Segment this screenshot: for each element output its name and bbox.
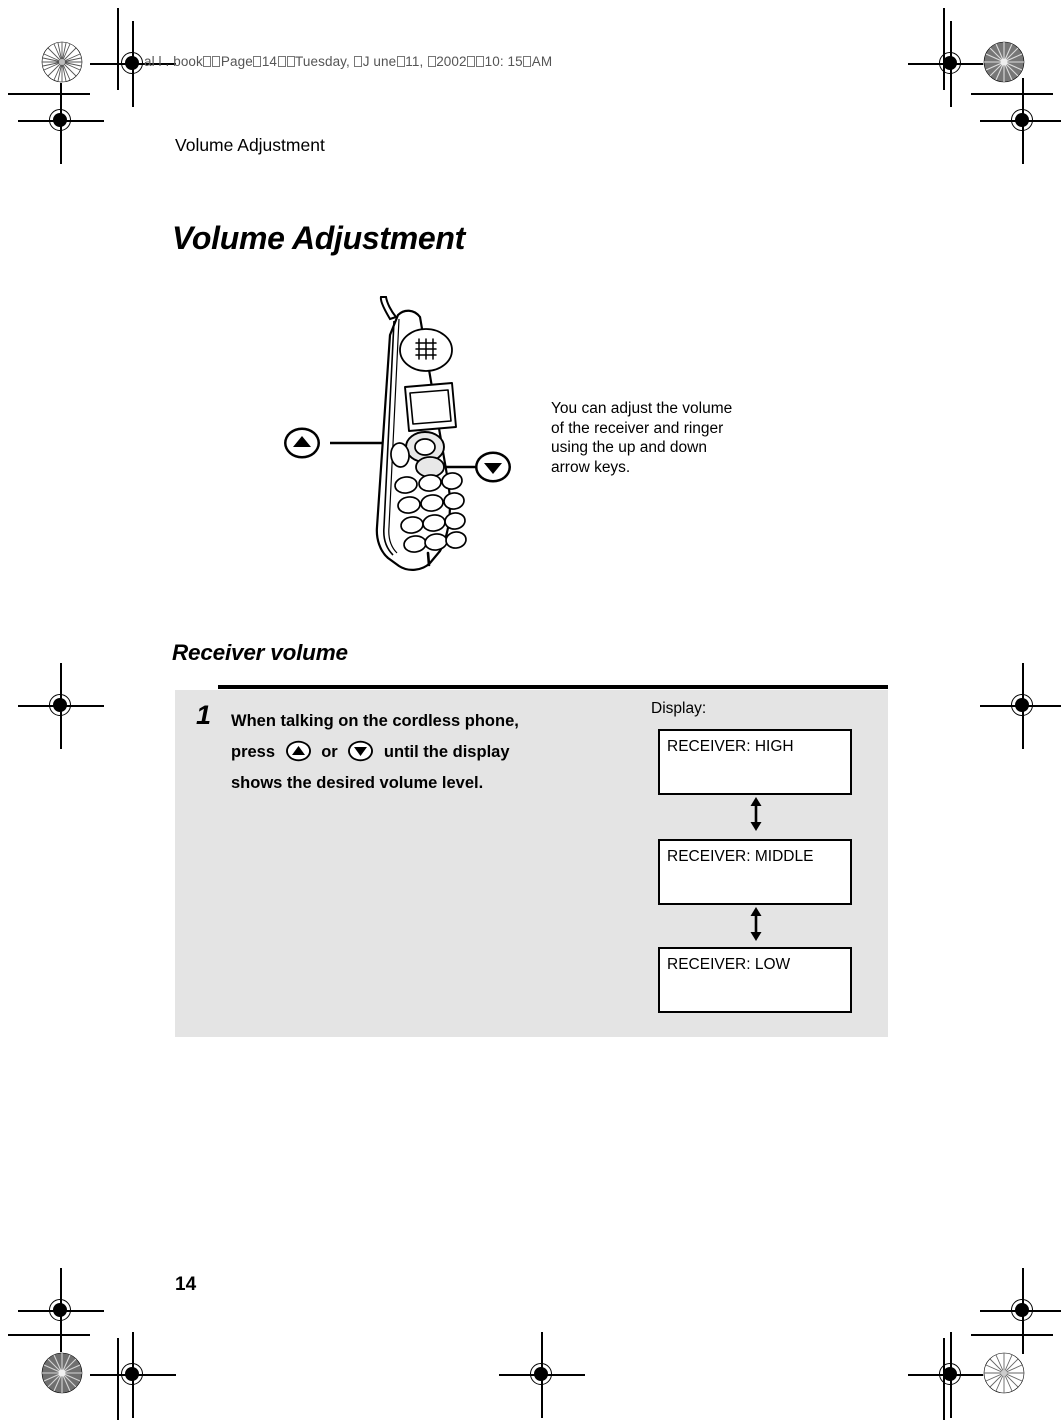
page-title: Volume Adjustment [172,220,465,256]
step-line-2: press or until the display [231,737,631,768]
display-box-low-text: RECEIVER: LOW [667,956,791,973]
step-line-3: shows the desired volume level. [231,774,484,792]
missing-glyph-box [396,56,405,67]
double-headed-vertical-arrow-icon [747,797,765,831]
file-header-month: J une [362,54,397,69]
cordless-phone-illustration [280,295,560,595]
crop-line-bottom-left-h [8,1334,90,1336]
step-line-2-mid: or [321,743,338,761]
registration-mark-lower-left-inner [18,1268,104,1354]
registration-mark-bottom-left [90,1332,176,1418]
registration-mark-upper-left-inner [18,78,104,164]
file-header-page-num: 14 [261,54,278,69]
illustration-note: You can adjust the volume of the receive… [551,400,733,476]
registration-mark-bottom-right [908,1332,994,1418]
file-header-year: 2002 [436,54,467,69]
registration-mark-upper-right-inner [980,78,1061,164]
registration-mark-bottom-center [499,1332,585,1418]
panel-top-rule [218,685,888,689]
registration-mark-middle-left [18,663,104,749]
missing-glyph-box [467,56,476,67]
color-rosette-top-left [41,41,83,83]
registration-mark-lower-right-inner [980,1268,1061,1354]
display-box-high: RECEIVER: HIGH [658,729,852,795]
color-rosette-bottom-left [41,1352,83,1394]
display-box-low: RECEIVER: LOW [658,947,852,1013]
missing-glyph-box [253,56,262,67]
page-number: 14 [175,1274,197,1295]
up-arrow-key-callout-icon [282,425,322,466]
color-rosette-top-right [983,41,1025,83]
up-arrow-key-icon [285,740,312,762]
step-line-2-post: until the display [383,743,510,761]
file-header-weekday: Tuesday, [295,54,354,69]
display-box-high-text: RECEIVER: HIGH [667,738,794,755]
crop-line-top-left-h [8,93,90,95]
missing-glyph-box [354,56,363,67]
step-line-1: When talking on the cordless phone, [231,712,519,730]
display-label: Display: [651,700,707,717]
missing-glyph-box [427,56,436,67]
missing-glyph-box [203,56,212,67]
crop-line-bottom-right-h [971,1334,1053,1336]
missing-glyph-box [523,56,532,67]
missing-glyph-box [476,56,485,67]
missing-glyph-box [212,56,221,67]
file-header-book: al l . book [144,54,203,69]
file-header-day: 11, [405,54,428,69]
registration-mark-middle-right [980,663,1061,749]
file-header-time: 10: 15 [484,54,523,69]
color-rosette-bottom-right [983,1352,1025,1394]
running-header-title: Volume Adjustment [175,135,325,155]
display-box-middle-text: RECEIVER: MIDDLE [667,848,814,865]
step-number: 1 [196,700,212,730]
step-instruction: When talking on the cordless phone, pres… [231,706,631,799]
crop-line-top-right-h [971,93,1053,95]
missing-glyph-box [286,56,295,67]
section-title-receiver-volume: Receiver volume [172,640,348,665]
file-header-meridiem: AM [531,54,553,69]
missing-glyph-box [277,56,286,67]
display-box-middle: RECEIVER: MIDDLE [658,839,852,905]
down-arrow-key-icon [347,740,374,762]
double-headed-vertical-arrow-icon [747,907,765,941]
registration-mark-top-right [908,21,994,107]
file-path-header: al l . book Page 14 Tuesday, J une 11, 2002 1… [144,54,552,69]
step-line-2-pre: press [231,743,276,761]
manual-page: al l . book Page 14 Tuesday, J une 11, 2002 1… [0,0,1061,1428]
file-header-page-word: Page [220,54,253,69]
down-arrow-key-callout-icon [473,449,513,490]
